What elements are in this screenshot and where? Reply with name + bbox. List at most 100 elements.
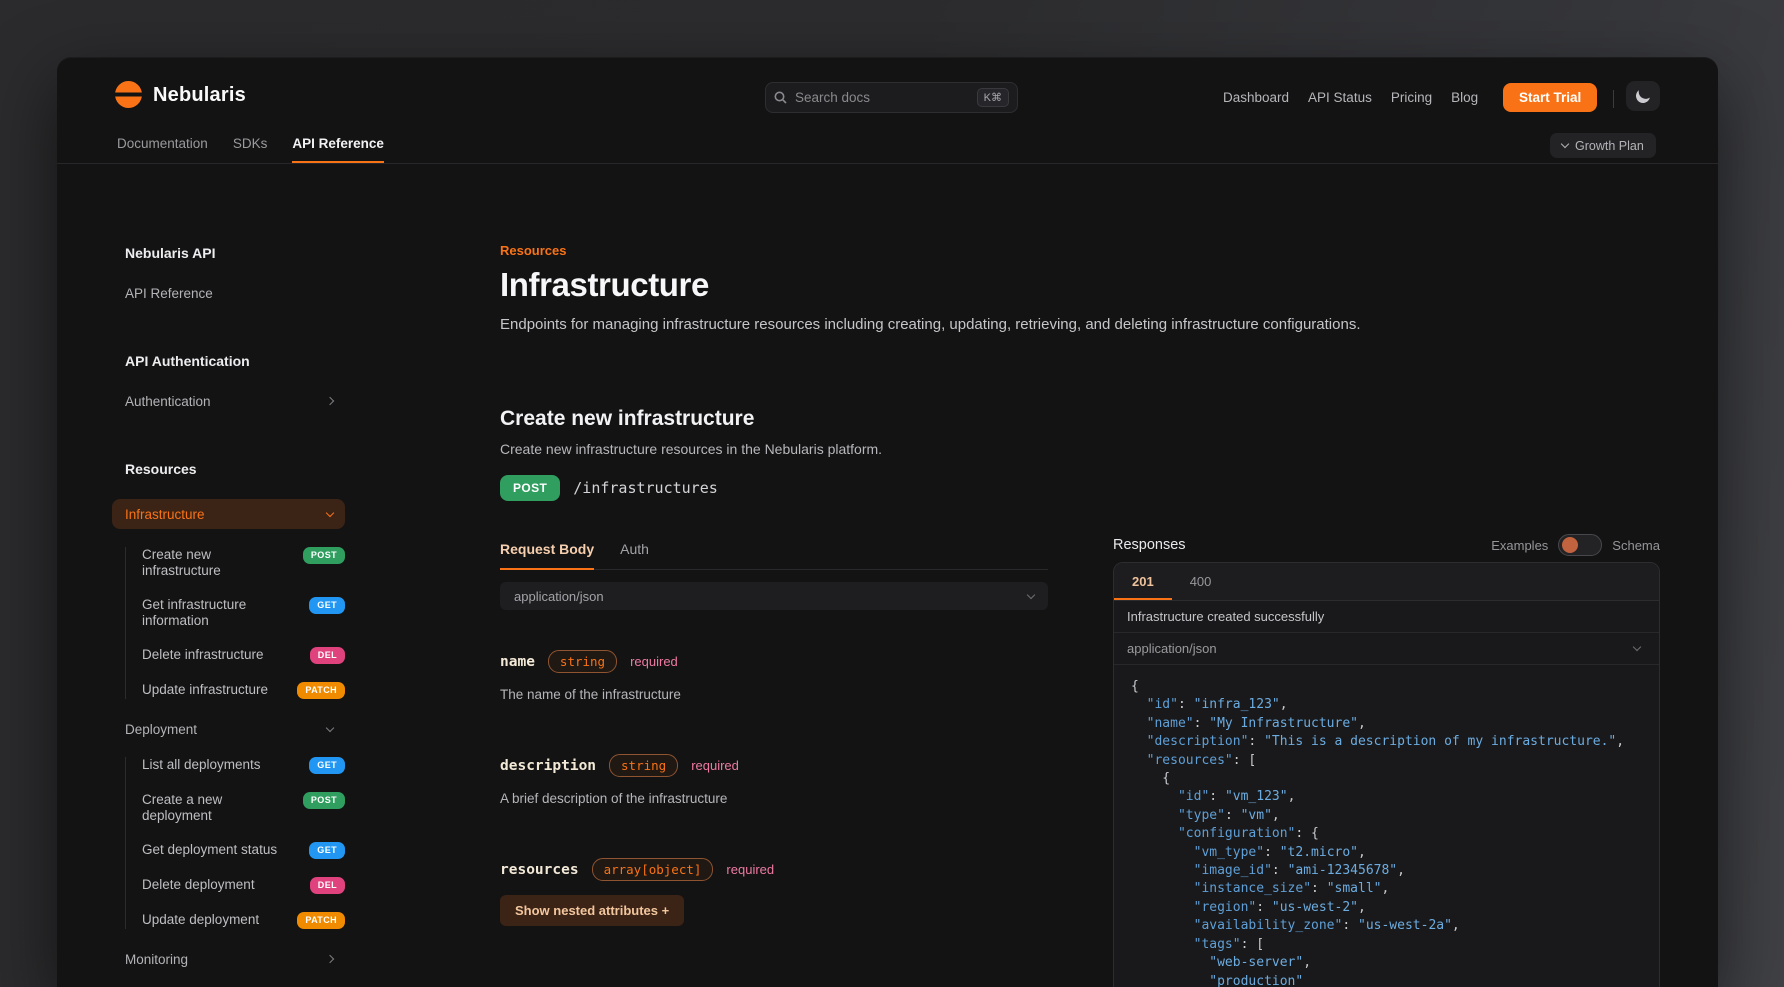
nav-link-api-status[interactable]: API Status: [1308, 90, 1372, 105]
field-description: A brief description of the infrastructur…: [500, 791, 1048, 806]
response-content-type-value: application/json: [1127, 641, 1217, 656]
responses-header: Responses Examples Schema: [1113, 534, 1660, 556]
sidebar-children: Create new infrastructurePOST Get infrast…: [125, 547, 345, 699]
field-description: The name of the infrastructure: [500, 687, 1048, 702]
method-badge-patch: PATCH: [297, 912, 345, 929]
sidebar-item-label: List all deployments: [142, 757, 292, 773]
sidebar-item-delete-infrastructure[interactable]: Delete infrastructure DEL: [142, 647, 345, 664]
responses-title: Responses: [1113, 537, 1186, 553]
method-badge-post: POST: [500, 475, 560, 501]
growth-plan-dropdown[interactable]: Growth Plan: [1550, 133, 1656, 158]
method-badge-post: POST: [303, 547, 345, 564]
sidebar-item-label: Delete infrastructure: [142, 647, 292, 663]
nav-link-dashboard[interactable]: Dashboard: [1223, 90, 1289, 105]
sidebar-item-create-new-infrastructure[interactable]: Create new infrastructurePOST: [142, 547, 345, 579]
page-header: Resources Infrastructure Endpoints for m…: [500, 243, 1512, 333]
sidebar-item-get-infrastructure-information[interactable]: Get infrastructure informationGET: [142, 597, 345, 629]
sidebar-item-update-infrastructure[interactable]: Update infrastructure PATCH: [142, 682, 345, 699]
nav-link-blog[interactable]: Blog: [1451, 90, 1478, 105]
sidebar-item-list-all-deployments[interactable]: List all deploymentsGET: [142, 757, 345, 774]
chevron-down-icon: [1027, 590, 1035, 598]
sidebar-children: List all deploymentsGETCreate a new depl…: [125, 757, 345, 929]
sidebar-item-label: Update deployment: [142, 912, 292, 928]
request-fields: name string required The name of the infras…: [500, 650, 1048, 926]
dark-mode-toggle-button[interactable]: [1626, 81, 1660, 111]
field-name-label: description: [500, 758, 596, 774]
chevron-right-icon: [326, 955, 334, 963]
sidebar: Nebularis APIAPI ReferenceAPI Authentica…: [112, 243, 345, 987]
method-badge-del: DEL: [310, 877, 345, 894]
field-type-badge: string: [548, 650, 617, 673]
field-row: resourcesarray[object]required: [500, 858, 1048, 881]
endpoint-path: /infrastructures: [573, 479, 718, 497]
endpoint-title: Create new infrastructure: [500, 407, 1048, 431]
sidebar-item-label: Infrastructure: [125, 507, 205, 522]
sidebar-item-label: Create a new deployment: [142, 792, 292, 824]
nav-link-pricing[interactable]: Pricing: [1391, 90, 1432, 105]
sidebar-item-update-deployment[interactable]: Update deployment PATCH: [142, 912, 345, 929]
sidebar-item-monitoring[interactable]: Monitoring: [112, 949, 345, 969]
sidebar-item-get-deployment-status[interactable]: Get deployment statusGET: [142, 842, 345, 859]
toggle-knob: [1562, 537, 1578, 553]
chevron-down-icon: [326, 508, 334, 516]
status-tab-201[interactable]: 201: [1114, 563, 1172, 600]
tab-auth[interactable]: Auth: [620, 541, 649, 569]
app-window: Nebularis Search docs K⌘ Dashboard API St…: [57, 57, 1718, 987]
status-tab-400[interactable]: 400: [1172, 563, 1230, 600]
endpoint-row: POST /infrastructures: [500, 475, 1048, 501]
show-nested-attributes-button[interactable]: Show nested attributes +: [500, 895, 684, 926]
field-name-label: name: [500, 654, 535, 670]
tab-api-reference[interactable]: API Reference: [292, 131, 384, 163]
sidebar-section-title: Resources: [112, 459, 345, 479]
moon-icon: [1634, 87, 1652, 105]
response-card: 201400 Infrastructure created successful…: [1113, 562, 1660, 987]
field-type-badge: string: [609, 754, 678, 777]
response-content-type-select[interactable]: application/json: [1114, 633, 1659, 665]
search-input[interactable]: Search docs K⌘: [765, 82, 1018, 113]
field-row: description string required: [500, 754, 1048, 777]
sidebar-item-label: API Reference: [125, 286, 213, 301]
examples-schema-toggle[interactable]: [1558, 534, 1602, 556]
chevron-down-icon: [1561, 140, 1569, 148]
response-code-block: { "id": "infra_123", "name": "My Infrast…: [1114, 665, 1659, 987]
field-required-badge: required: [726, 862, 774, 877]
search-placeholder: Search docs: [795, 90, 969, 105]
method-badge-del: DEL: [310, 647, 345, 664]
start-trial-button[interactable]: Start Trial: [1503, 83, 1597, 112]
sidebar-item-authentication[interactable]: Authentication: [112, 391, 345, 411]
examples-label: Examples: [1491, 538, 1548, 553]
endpoint-section: Create new infrastructure Create new inf…: [500, 407, 1048, 926]
brand-name: Nebularis: [153, 84, 246, 107]
method-badge-post: POST: [303, 792, 345, 809]
tab-documentation[interactable]: Documentation: [117, 131, 208, 163]
sidebar-item-label: Update infrastructure: [142, 682, 292, 698]
field-row: name string required: [500, 650, 1048, 673]
header-divider: [1613, 90, 1614, 108]
breadcrumb: Resources: [500, 243, 1512, 258]
sidebar-item-delete-deployment[interactable]: Delete deployment DEL: [142, 877, 345, 894]
sidebar-item-api-reference[interactable]: API Reference: [112, 283, 345, 303]
sidebar-section-title: Nebularis API: [112, 243, 345, 263]
plan-label: Growth Plan: [1575, 139, 1644, 153]
sidebar-item-label: Deployment: [125, 722, 197, 737]
chevron-down-icon: [326, 723, 334, 731]
sidebar-item-label: Get infrastructure information: [142, 597, 292, 629]
field-name: name string required The name of the infras…: [500, 650, 1048, 702]
examples-schema-toggle-group: Examples Schema: [1491, 534, 1660, 556]
method-badge-get: GET: [309, 842, 345, 859]
sidebar-item-label: Delete deployment: [142, 877, 292, 893]
field-name-label: resources: [500, 862, 579, 878]
method-badge-patch: PATCH: [297, 682, 345, 699]
field-required-badge: required: [630, 654, 678, 669]
sidebar-item-infrastructure[interactable]: Infrastructure: [112, 499, 345, 529]
content-type-select[interactable]: application/json: [500, 582, 1048, 610]
field-required-badge: required: [691, 758, 739, 773]
content-type-value: application/json: [514, 589, 604, 604]
tab-sdks[interactable]: SDKs: [233, 131, 268, 163]
endpoint-subtitle: Create new infrastructure resources in t…: [500, 441, 1048, 457]
sidebar-item-deployment[interactable]: Deployment: [112, 719, 345, 739]
schema-label: Schema: [1612, 538, 1660, 553]
sidebar-item-create-a-new-deployment[interactable]: Create a new deployment POST: [142, 792, 345, 824]
tab-request-body[interactable]: Request Body: [500, 541, 594, 569]
chevron-right-icon: [326, 397, 334, 405]
